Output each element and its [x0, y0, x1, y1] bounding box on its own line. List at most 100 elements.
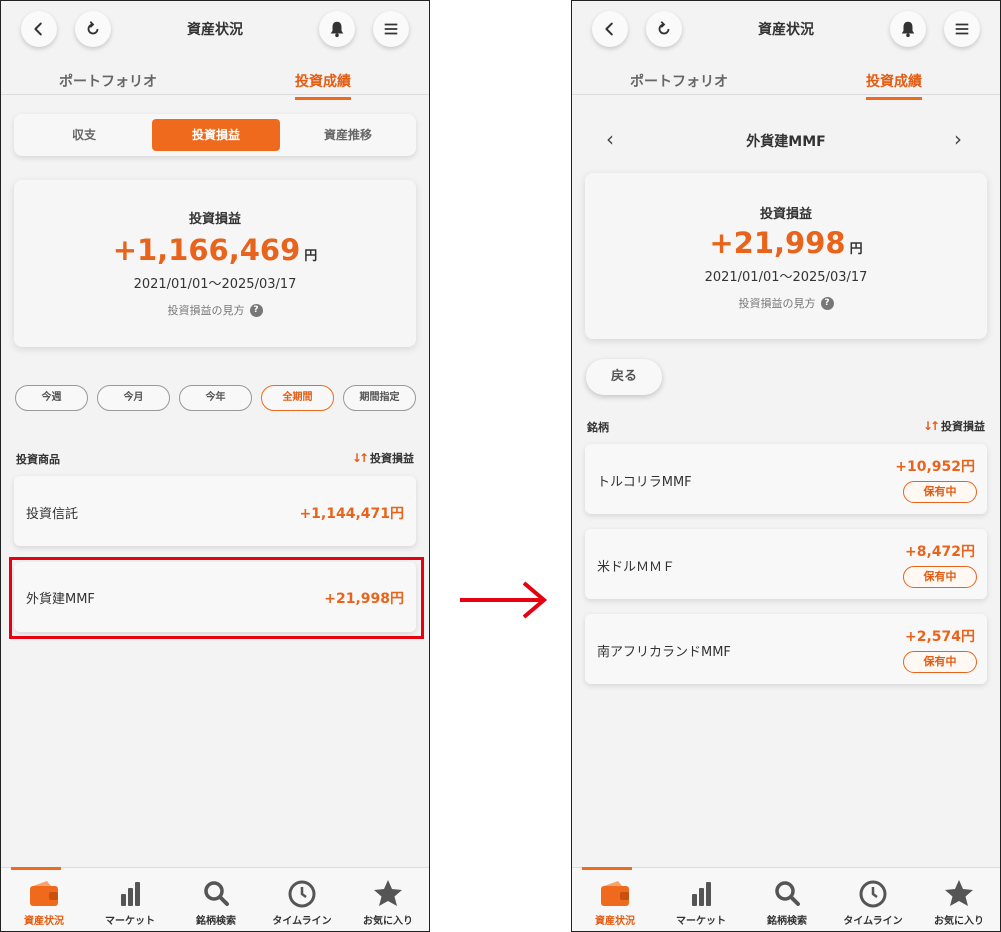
nav-market[interactable]: マーケット — [87, 868, 173, 931]
column-product: 投資商品 — [16, 453, 60, 466]
segment-profit[interactable]: 投資損益 — [152, 119, 280, 151]
column-brand: 銘柄 — [587, 421, 609, 434]
nav-label: 資産状況 — [24, 916, 64, 927]
main-tabs: ポートフォリオ 投資成績 — [1, 59, 429, 100]
star-icon — [945, 880, 973, 906]
summary-value: +21,998 — [709, 226, 846, 260]
summary-period: 2021/01/01〜2025/03/17 — [704, 270, 868, 285]
search-icon — [775, 881, 800, 906]
nav-favorites[interactable]: お気に入り — [916, 868, 1000, 931]
menu-button[interactable] — [944, 11, 980, 47]
star-icon — [374, 880, 402, 906]
bar-chart-icon — [692, 882, 711, 906]
list-item[interactable]: 投資信託 +1,144,471円 — [14, 476, 416, 546]
period-week-button[interactable]: 今週 — [15, 385, 88, 411]
page-title: 資産状況 — [758, 22, 814, 38]
bell-icon — [330, 21, 344, 38]
search-icon — [204, 881, 229, 906]
page-title: 資産状況 — [187, 22, 243, 38]
summary-label: 投資損益 — [188, 212, 241, 227]
left-screen: 資産状況 ポートフォリオ 投資成績 収支 投資損益 資産推移 投資損益 +1,1… — [0, 0, 430, 932]
period-month-button[interactable]: 今月 — [97, 385, 170, 411]
nav-label: お気に入り — [934, 916, 984, 927]
nav-label: 銘柄検索 — [767, 916, 807, 927]
category-header: ‹ 外貨建MMF › — [572, 119, 1000, 159]
nav-search[interactable]: 銘柄検索 — [744, 868, 830, 931]
list-item[interactable]: 米ドルＭＭＦ +8,472円 保有中 — [585, 529, 987, 599]
profit-help-link[interactable]: 投資損益の見方 ? — [14, 302, 416, 318]
sort-by-profit[interactable]: ↓↑ 投資損益 — [352, 450, 414, 466]
nav-search[interactable]: 銘柄検索 — [173, 868, 259, 931]
item-name: 投資信託 — [26, 507, 79, 522]
item-name: トルコリラMMF — [597, 475, 692, 490]
help-text: 投資損益の見方 — [738, 297, 816, 310]
summary-value: +1,166,469 — [112, 233, 301, 267]
notification-button[interactable] — [319, 11, 355, 47]
return-button[interactable]: 戻る — [586, 359, 662, 395]
segment-control: 収支 投資損益 資産推移 — [14, 114, 416, 156]
column-profit: 投資損益 — [941, 420, 985, 433]
summary-unit: 円 — [849, 242, 863, 257]
segment-income[interactable]: 収支 — [20, 119, 148, 151]
wallet-icon — [30, 881, 58, 906]
nav-label: お気に入り — [363, 916, 413, 927]
transition-arrow-icon — [460, 581, 548, 619]
period-custom-button[interactable]: 期間指定 — [343, 385, 416, 411]
period-year-button[interactable]: 今年 — [179, 385, 252, 411]
holding-badge: 保有中 — [903, 566, 977, 588]
top-bar: 資産状況 — [572, 1, 1000, 57]
column-profit: 投資損益 — [370, 452, 414, 465]
hamburger-menu-icon — [955, 23, 969, 35]
bottom-nav: 資産状況 マーケット 銘柄検索 タイムライン お気に入り — [1, 867, 429, 931]
nav-assets[interactable]: 資産状況 — [1, 867, 87, 931]
tab-performance[interactable]: 投資成績 — [295, 71, 351, 100]
right-screen: 資産状況 ポートフォリオ 投資成績 ‹ 外貨建MMF › 投資損益 +21,99… — [571, 0, 1001, 932]
profit-summary-card: 投資損益 +1,166,469 円 2021/01/01〜2025/03/17 投… — [14, 180, 416, 347]
period-all-button[interactable]: 全期間 — [261, 385, 334, 411]
tab-portfolio[interactable]: ポートフォリオ — [630, 71, 728, 91]
bottom-nav: 資産状況 マーケット 銘柄検索 タイムライン お気に入り — [572, 867, 1000, 931]
nav-assets[interactable]: 資産状況 — [572, 867, 658, 931]
tab-performance[interactable]: 投資成績 — [866, 71, 922, 100]
next-category-button[interactable]: › — [954, 127, 962, 151]
segment-trend[interactable]: 資産推移 — [284, 119, 412, 151]
nav-label: マーケット — [105, 916, 155, 927]
nav-active-indicator — [582, 867, 632, 870]
holding-badge: 保有中 — [903, 481, 977, 503]
bell-icon — [901, 21, 915, 38]
menu-button[interactable] — [373, 11, 409, 47]
summary-label: 投資損益 — [759, 207, 812, 222]
tab-portfolio[interactable]: ポートフォリオ — [59, 71, 157, 91]
notification-button[interactable] — [890, 11, 926, 47]
bar-chart-icon — [121, 882, 140, 906]
period-filter: 今週 今月 今年 全期間 期間指定 — [15, 385, 417, 411]
category-title: 外貨建MMF — [746, 134, 826, 150]
summary-period: 2021/01/01〜2025/03/17 — [133, 277, 297, 292]
nav-timeline[interactable]: タイムライン — [259, 868, 345, 931]
item-value: +2,574円 — [904, 629, 975, 645]
nav-market[interactable]: マーケット — [658, 868, 744, 931]
nav-label: タイムライン — [272, 916, 332, 927]
nav-favorites[interactable]: お気に入り — [345, 868, 429, 931]
question-icon: ? — [820, 296, 834, 310]
nav-timeline[interactable]: タイムライン — [830, 868, 916, 931]
sort-by-profit[interactable]: ↓↑ 投資損益 — [923, 418, 985, 434]
item-name: 米ドルＭＭＦ — [597, 560, 676, 575]
nav-label: タイムライン — [843, 916, 903, 927]
top-bar: 資産状況 — [1, 1, 429, 57]
item-value: +1,144,471円 — [299, 506, 404, 522]
item-value: +8,472円 — [904, 544, 975, 560]
item-value: +10,952円 — [895, 459, 975, 475]
item-name: 南アフリカランドMMF — [597, 645, 731, 660]
sort-icon: ↓↑ — [922, 419, 940, 433]
clock-icon — [859, 880, 887, 908]
profit-help-link[interactable]: 投資損益の見方 ? — [585, 295, 987, 311]
clock-icon — [288, 880, 316, 908]
list-item[interactable]: トルコリラMMF +10,952円 保有中 — [585, 444, 987, 514]
list-item[interactable]: 南アフリカランドMMF +2,574円 保有中 — [585, 614, 987, 684]
wallet-icon — [601, 881, 629, 906]
question-icon: ? — [249, 303, 263, 317]
highlight-box — [9, 557, 424, 639]
sort-icon: ↓↑ — [351, 451, 369, 465]
nav-label: マーケット — [676, 916, 726, 927]
